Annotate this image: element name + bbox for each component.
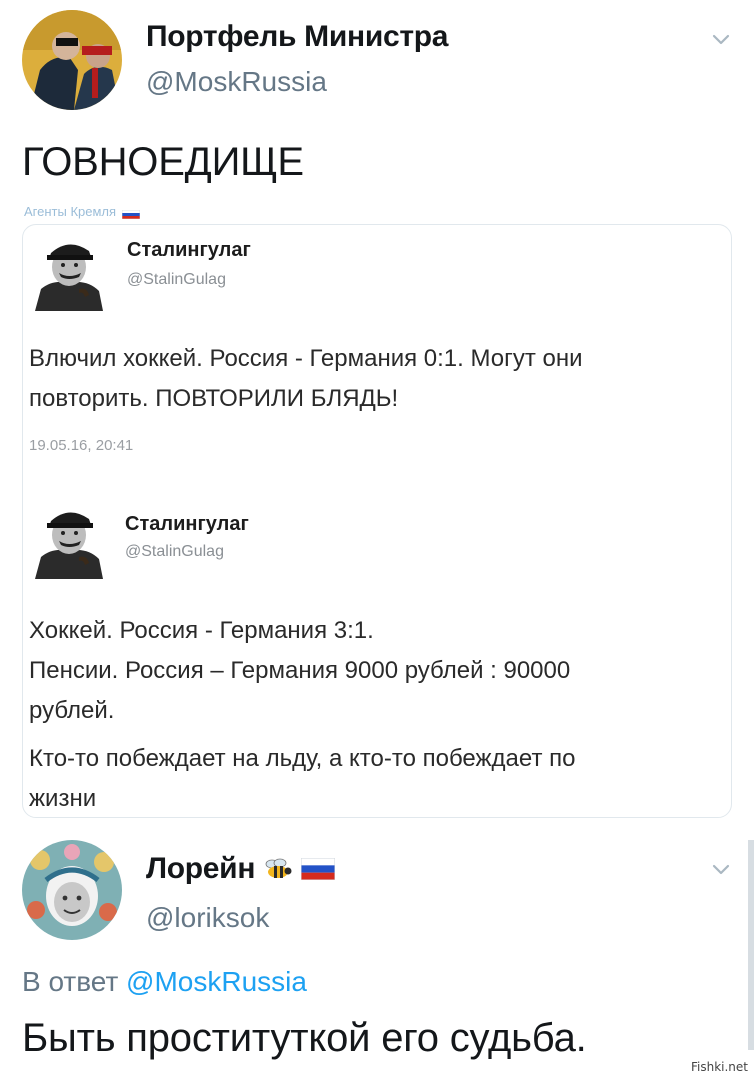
- quoted-name-1: Сталингулаг: [127, 239, 251, 261]
- quoted-text-2-line1: Хоккей. Россия - Германия 3:1.: [29, 617, 374, 644]
- tweet-text: Быть проституткой его судьба.: [22, 1016, 587, 1060]
- scrollbar[interactable]: [748, 840, 754, 1050]
- quoted-text-2-line2: Пенсии. Россия – Германия 9000 рублей : …: [29, 657, 571, 684]
- display-name[interactable]: Портфель Министра: [146, 20, 448, 54]
- tweet-text: ГОВНОЕДИЩЕ: [22, 140, 304, 184]
- quoted-date-1: 19.05.16, 20:41: [29, 437, 134, 454]
- quoted-text-1-line1: Влючил хоккей. Россия - Германия 0:1. Мо…: [29, 345, 583, 372]
- bee-emoji-icon: [263, 857, 293, 881]
- avatar-loreyn[interactable]: [22, 840, 122, 940]
- caption-text: Агенты Кремля: [24, 204, 117, 219]
- russian-flag-icon: [300, 857, 336, 881]
- quoted-handle-1: @StalinGulag: [127, 271, 226, 288]
- tweet-loreyn[interactable]: Лорейн @loriksok В ответ @MoskRussia Быт…: [0, 830, 754, 1080]
- quoted-text-2-line4: Кто-то побеждает на льду, а кто-то побеж…: [29, 745, 576, 772]
- handle[interactable]: @MoskRussia: [146, 66, 327, 98]
- caption-agenty-kremlya: Агенты Кремля: [24, 204, 141, 220]
- reply-handle-link[interactable]: @MoskRussia: [126, 966, 307, 997]
- quoted-text-1-line2: повторить. ПОВТОРИЛИ БЛЯДЬ!: [29, 385, 399, 412]
- russian-flag-icon: [121, 207, 141, 220]
- reply-prefix: В ответ: [22, 966, 119, 997]
- handle[interactable]: @loriksok: [146, 902, 269, 934]
- tweet-portfel-ministra[interactable]: Портфель Министра @MoskRussia ГОВНОЕДИЩЕ…: [0, 0, 754, 830]
- quoted-text-2-line3: рублей.: [29, 697, 115, 724]
- quoted-image-card[interactable]: Сталингулаг @StalinGulag Влючил хоккей. …: [22, 224, 732, 818]
- display-name[interactable]: Лорейн: [146, 852, 255, 886]
- display-name-row[interactable]: Лорейн: [146, 852, 336, 886]
- quoted-text-2-line5: жизни: [29, 785, 97, 812]
- quoted-handle-2: @StalinGulag: [125, 543, 224, 560]
- avatar-stalingulag: [29, 233, 107, 311]
- quoted-name-2: Сталингулаг: [125, 513, 249, 535]
- avatar-stalingulag-2: [29, 501, 107, 579]
- watermark: Fishki.net: [690, 1060, 748, 1074]
- avatar-portfel-ministra[interactable]: [22, 10, 122, 110]
- chevron-down-icon[interactable]: [708, 856, 734, 882]
- chevron-down-icon[interactable]: [708, 26, 734, 52]
- reply-context: В ответ @MoskRussia: [22, 966, 307, 998]
